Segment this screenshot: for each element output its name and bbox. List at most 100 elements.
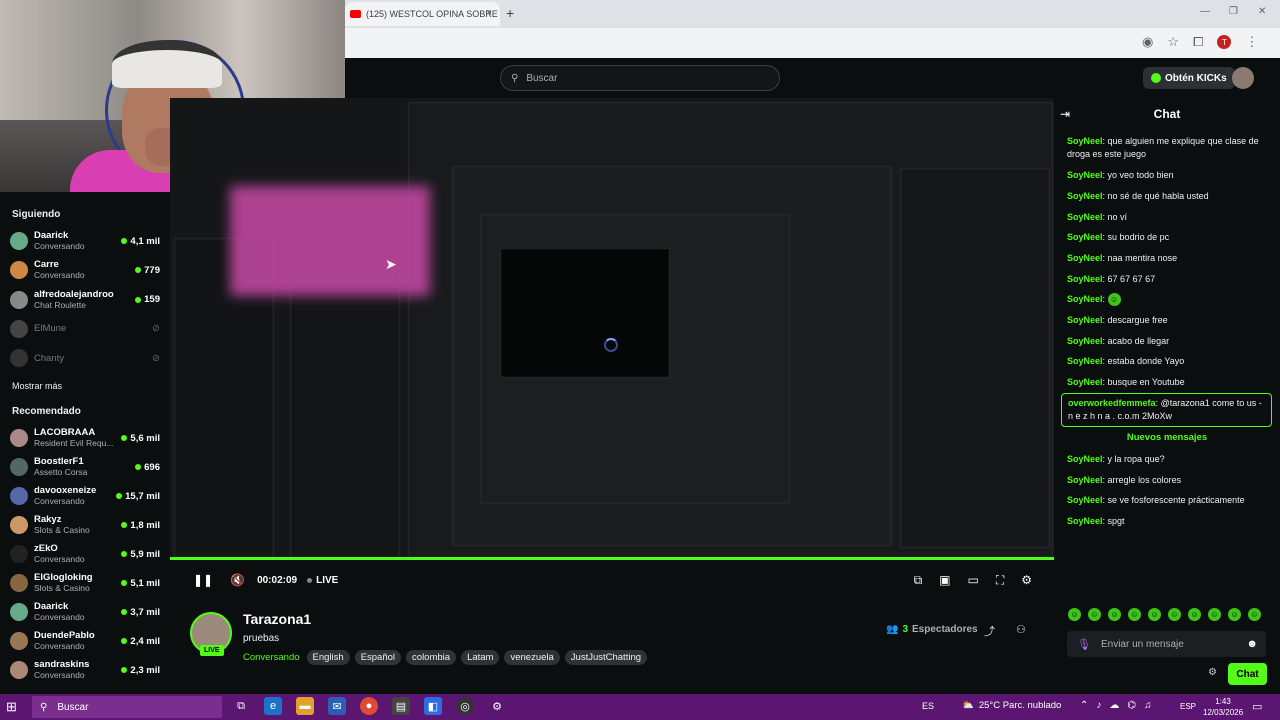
get-kicks-button[interactable]: Obtén KICKs [1143, 67, 1235, 89]
chat-username[interactable]: SoyNeel [1067, 191, 1103, 201]
emote-icon[interactable]: ☺ [1168, 608, 1181, 621]
chat-username[interactable]: SoyNeel [1067, 253, 1103, 263]
eye-off-icon[interactable]: ◉ [1142, 34, 1153, 50]
emoji-picker-icon[interactable]: ☻ [1246, 638, 1258, 650]
chat-input[interactable]: 🎙 Enviar un mensaje ☻ [1067, 631, 1266, 657]
clip-icon[interactable]: ▣ [939, 573, 950, 587]
chat-username[interactable]: SoyNeel [1067, 274, 1103, 284]
stream-tag[interactable]: colombia [406, 650, 457, 665]
sidebar-channel[interactable]: LACOBRAAA Resident Evil Requ... 5,6 mil [10, 425, 160, 451]
network-icon[interactable]: ⌬ [1127, 700, 1136, 711]
chat-username[interactable]: SoyNeel [1067, 136, 1103, 146]
menu-icon[interactable]: ⋮ [1245, 34, 1258, 50]
windows-start-icon[interactable]: ⊞ [6, 699, 17, 715]
notification-off-icon[interactable]: ⊘ [152, 323, 160, 334]
settings-icon[interactable]: ⚙ [1021, 573, 1032, 587]
chat-username[interactable]: SoyNeel [1067, 454, 1103, 464]
close-window-button[interactable]: ✕ [1258, 6, 1266, 17]
chat-username[interactable]: SoyNeel [1067, 516, 1103, 526]
sidebar-channel[interactable]: davooxeneize Conversando 15,7 mil [10, 483, 160, 509]
sidebar-channel[interactable]: Rakyz Slots & Casino 1,8 mil [10, 512, 160, 538]
emote-icon[interactable]: ☺ [1108, 608, 1121, 621]
emote-icon[interactable]: ☺ [1088, 608, 1101, 621]
stream-tag[interactable]: Latam [461, 650, 500, 665]
new-tab-button[interactable]: + [506, 5, 514, 21]
sidebar-channel[interactable]: DuendePablo Conversando 2,4 mil [10, 628, 160, 654]
chevron-up-icon[interactable]: ⌃ [1080, 700, 1088, 711]
close-tab-icon[interactable]: × [486, 7, 492, 19]
app-icon[interactable]: ◧ [424, 697, 442, 715]
notifications-icon[interactable]: ▭ [1252, 700, 1262, 713]
chat-username[interactable]: SoyNeel [1067, 336, 1103, 346]
user-avatar[interactable] [1232, 67, 1254, 89]
chat-username[interactable]: SoyNeel [1067, 232, 1103, 242]
chat-username[interactable]: SoyNeel [1067, 377, 1103, 387]
sidebar-channel[interactable]: Chanty ⊘ [10, 345, 160, 371]
mute-icon[interactable]: 🔇 [230, 573, 245, 587]
fullscreen-icon[interactable]: ⛶ [996, 573, 1004, 588]
mic-icon[interactable]: ♪ [1096, 700, 1101, 711]
profile-avatar[interactable]: T [1217, 35, 1232, 49]
microphone-icon[interactable]: 🎙 [1077, 638, 1091, 651]
maximize-button[interactable]: ❐ [1229, 6, 1238, 17]
obs-icon[interactable]: ◎ [456, 697, 474, 715]
settings-icon[interactable]: ⚙ [488, 697, 506, 715]
weather-widget[interactable]: ⛅ 25°C Parc. nublado [962, 700, 1061, 711]
extensions-icon[interactable]: ⧠ [1193, 34, 1203, 50]
emote-icon[interactable]: ☺ [1188, 608, 1201, 621]
browser-tab[interactable]: (125) WESTCOL OPINA SOBRE LA × [345, 2, 500, 26]
stream-tag[interactable]: English [306, 650, 350, 665]
chat-username[interactable]: SoyNeel [1067, 495, 1103, 505]
chat-username[interactable]: SoyNeel [1067, 315, 1103, 325]
chat-settings-icon[interactable]: ⚙ [1208, 667, 1217, 678]
follow-user-icon[interactable]: ⚇ [1016, 623, 1026, 636]
sidebar-channel[interactable]: alfredoalejandroo Chat Roulette 159 [10, 287, 160, 313]
edge-icon[interactable]: e [264, 697, 282, 715]
collapse-chat-icon[interactable]: ⇥ [1060, 107, 1070, 121]
emote-icon[interactable]: ☺ [1228, 608, 1241, 621]
emote-icon[interactable]: ☺ [1208, 608, 1221, 621]
chat-username[interactable]: SoyNeel [1067, 294, 1103, 304]
star-icon[interactable]: ☆ [1167, 34, 1179, 50]
chrome-icon[interactable]: ● [360, 697, 378, 715]
sidebar-channel[interactable]: Carre Conversando 779 [10, 257, 160, 283]
taskbar-search[interactable]: ⚲ Buscar [32, 696, 222, 718]
pause-icon[interactable]: ❚❚ [193, 573, 213, 587]
stream-tag[interactable]: Español [354, 650, 402, 665]
streamer-name[interactable]: Tarazona1 [243, 611, 311, 627]
stream-category[interactable]: Conversando [243, 652, 300, 663]
sidebar-channel[interactable]: ElMune ⊘ [10, 316, 160, 342]
sidebar-channel[interactable]: ElGlogloking Slots & Casino 5,1 mil [10, 570, 160, 596]
keyboard-layout[interactable]: ESP [1180, 702, 1196, 711]
emote-icon[interactable]: ☺ [1068, 608, 1081, 621]
video-player[interactable] [170, 98, 1054, 560]
volume-icon[interactable]: ♫ [1144, 700, 1152, 711]
sidebar-channel[interactable]: sandraskins Conversando 2,3 mil [10, 657, 160, 683]
show-more-link[interactable]: Mostrar más [12, 381, 62, 391]
minimize-button[interactable]: — [1200, 6, 1210, 17]
theater-icon[interactable]: ▭ [967, 573, 978, 587]
chat-username[interactable]: SoyNeel [1067, 475, 1103, 485]
notification-off-icon[interactable]: ⊘ [152, 353, 160, 364]
send-chat-button[interactable]: Chat [1228, 663, 1267, 685]
sidebar-channel[interactable]: Daarick Conversando 3,7 mil [10, 599, 160, 625]
mail-icon[interactable]: ✉ [328, 697, 346, 715]
live-progress-bar[interactable] [170, 557, 1054, 560]
store-icon[interactable]: ▤ [392, 697, 410, 715]
chat-username[interactable]: SoyNeel [1067, 170, 1103, 180]
file-explorer-icon[interactable]: ▬ [296, 697, 314, 715]
input-language[interactable]: ES [922, 701, 934, 711]
search-input[interactable]: ⚲ Buscar [500, 65, 780, 91]
task-view-icon[interactable]: ⧉ [232, 697, 250, 715]
chat-username[interactable]: SoyNeel [1067, 212, 1103, 222]
stream-tag[interactable]: JustJustChatting [564, 650, 648, 665]
chat-username[interactable]: overworkedfemmefa [1068, 398, 1156, 408]
chat-username[interactable]: SoyNeel [1067, 356, 1103, 366]
stream-tag[interactable]: venezuela [504, 650, 560, 665]
pip-icon[interactable]: ⧉ [914, 573, 923, 588]
emote-icon[interactable]: ☺ [1248, 608, 1261, 621]
share-icon[interactable]: ⤴ [984, 623, 995, 639]
sidebar-channel[interactable]: Daarick Conversando 4,1 mil [10, 228, 160, 254]
onedrive-icon[interactable]: ☁ [1109, 700, 1119, 711]
emote-icon[interactable]: ☺ [1148, 608, 1161, 621]
